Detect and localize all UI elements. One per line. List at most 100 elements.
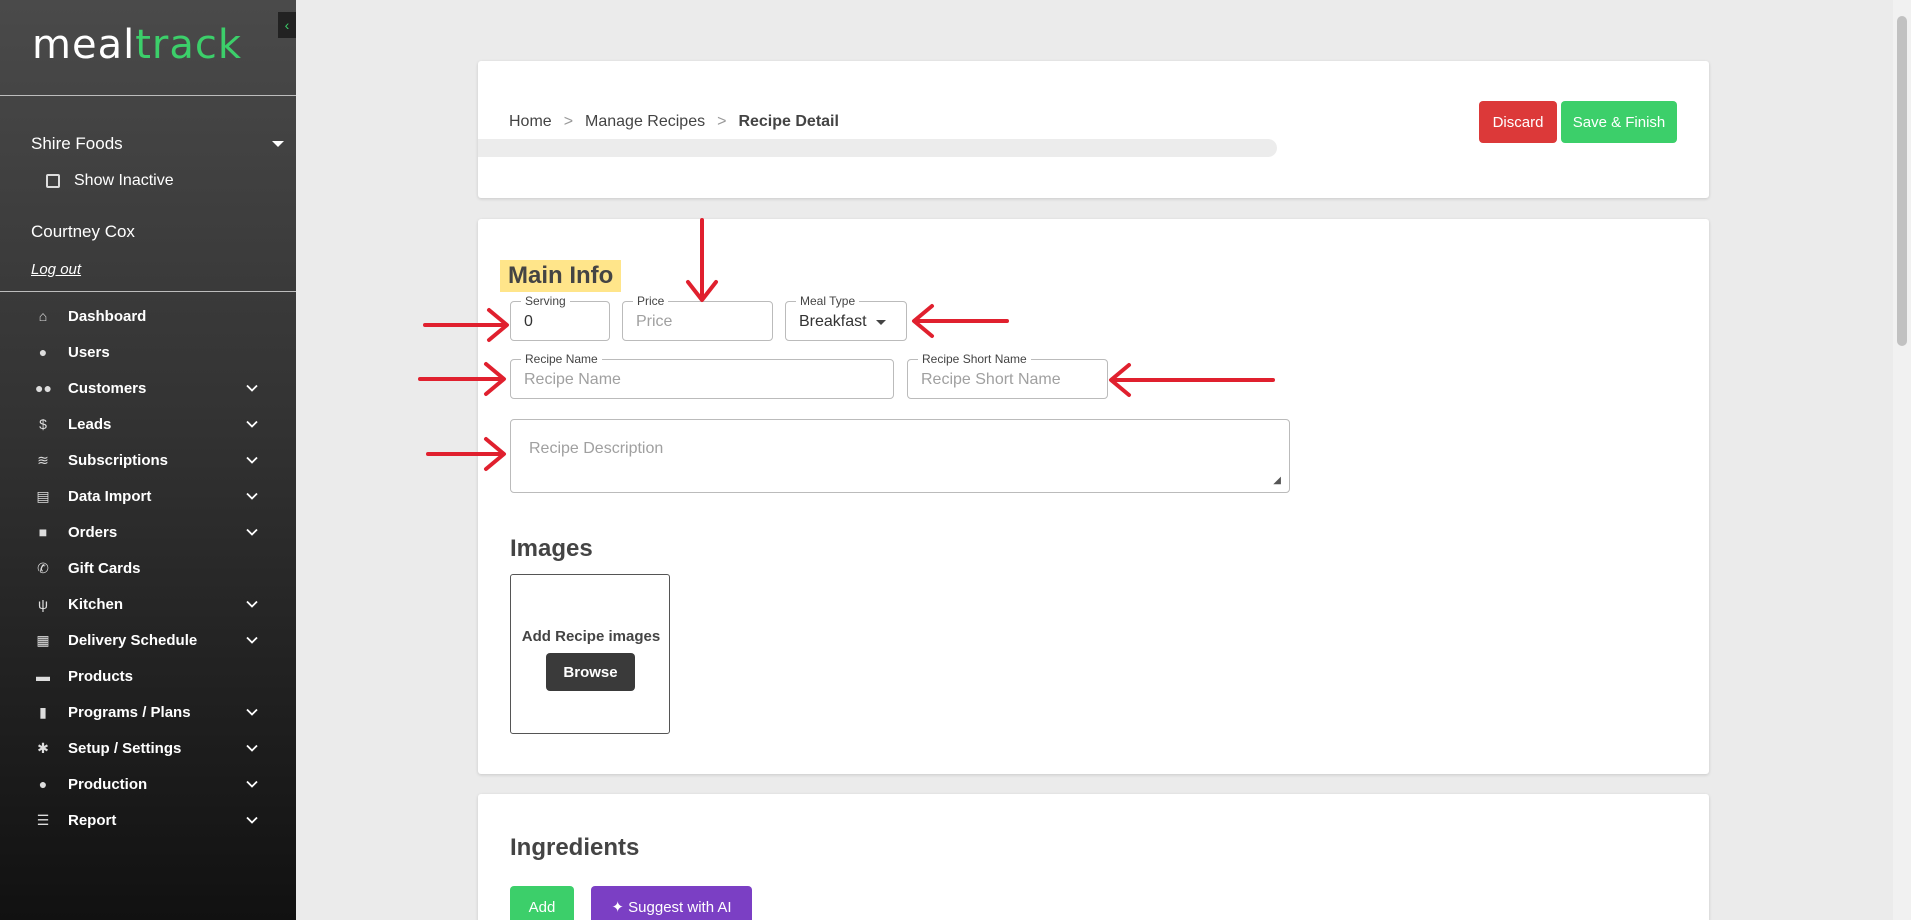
sidebar-item-programs-plans[interactable]: ▮ Programs / Plans — [0, 695, 296, 729]
home-icon: ⌂ — [38, 308, 48, 324]
logout-link[interactable]: Log out — [31, 261, 81, 278]
sidebar-item-leads[interactable]: $ Leads — [0, 407, 296, 441]
images-title: Images — [510, 535, 593, 562]
ingredients-title: Ingredients — [510, 834, 640, 861]
sidebar-item-production[interactable]: ● Production — [0, 767, 296, 801]
chevron-down-icon[interactable] — [246, 526, 258, 538]
sidebar-item-label: Data Import — [68, 487, 152, 505]
recipe-name-field[interactable]: Recipe Name Recipe Name — [510, 352, 894, 399]
sidebar-item-users[interactable]: ● Users — [0, 335, 296, 369]
sidebar-item-orders[interactable]: ■ Orders — [0, 515, 296, 549]
collapse-sidebar-button[interactable]: ‹ — [278, 12, 296, 38]
user-name: Courtney Cox — [31, 222, 135, 241]
bag-icon: ■ — [38, 524, 48, 540]
caret-down-icon — [876, 320, 886, 325]
recipe-description-field[interactable]: Recipe Description ◢ — [510, 419, 1290, 493]
sidebar-item-products[interactable]: ▬ Products — [0, 659, 296, 693]
sidebar-item-setup-settings[interactable]: ✱ Setup / Settings — [0, 731, 296, 765]
utensils-icon: ψ — [38, 596, 48, 612]
sidebar-item-label: Dashboard — [68, 307, 147, 325]
sidebar-item-label: Delivery Schedule — [68, 631, 198, 649]
page-scrollbar[interactable] — [1893, 0, 1911, 920]
price-label: Price — [633, 294, 669, 308]
breadcrumb-current: Recipe Detail — [738, 113, 839, 130]
sidebar-item-kitchen[interactable]: ψ Kitchen — [0, 587, 296, 621]
recipe-name-placeholder: Recipe Name — [524, 371, 621, 388]
discard-button[interactable]: Discard — [1479, 101, 1557, 143]
sidebar-item-subscriptions[interactable]: ≋ Subscriptions — [0, 443, 296, 477]
serving-field[interactable]: Serving 0 — [510, 294, 610, 341]
sidebar-item-delivery-schedule[interactable]: ▦ Delivery Schedule — [0, 623, 296, 657]
divider — [0, 95, 296, 96]
sidebar-item-dashboard[interactable]: ⌂ Dashboard — [0, 299, 296, 333]
chevron-down-icon[interactable] — [246, 634, 258, 646]
chevron-down-icon[interactable] — [246, 706, 258, 718]
browse-button[interactable]: Browse — [546, 653, 635, 691]
chevron-down-icon[interactable] — [246, 382, 258, 394]
sidebar-item-report[interactable]: ☰ Report — [0, 803, 296, 837]
sidebar-item-gift-cards[interactable]: ✆ Gift Cards — [0, 551, 296, 585]
caret-down-icon[interactable] — [272, 141, 284, 147]
serving-label: Serving — [521, 294, 570, 308]
file-icon: ▤ — [36, 487, 50, 504]
main-info-title: Main Info — [500, 260, 622, 292]
ingredients-card: Ingredients Add ✦ Suggest with AI — [478, 794, 1709, 920]
show-inactive-checkbox[interactable] — [46, 174, 60, 188]
sidebar-item-label: Subscriptions — [68, 451, 169, 469]
sidebar-item-label: Report — [68, 811, 117, 829]
sidebar-item-label: Kitchen — [68, 595, 124, 613]
chevron-down-icon[interactable] — [246, 778, 258, 790]
divider — [0, 291, 296, 292]
users-icon: ●● — [35, 380, 52, 396]
dollar-icon: $ — [39, 416, 47, 432]
sidebar-item-label: Gift Cards — [68, 559, 141, 577]
chevron-down-icon[interactable] — [246, 742, 258, 754]
recipe-short-name-placeholder: Recipe Short Name — [921, 371, 1061, 388]
layers-icon: ≋ — [37, 451, 49, 468]
sidebar-item-label: Customers — [68, 379, 147, 397]
price-placeholder: Price — [636, 313, 673, 330]
chevron-down-icon[interactable] — [246, 454, 258, 466]
user-icon: ● — [38, 344, 48, 360]
header-card: Home > Manage Recipes > Recipe Detail Di… — [478, 61, 1709, 198]
chevron-down-icon[interactable] — [246, 598, 258, 610]
recipe-description-placeholder: Recipe Description — [529, 440, 664, 457]
chevron-left-icon: ‹ — [284, 17, 290, 33]
sidebar-item-label: Orders — [68, 523, 118, 541]
resize-handle-icon[interactable]: ◢ — [1273, 475, 1281, 486]
sidebar-item-label: Programs / Plans — [68, 703, 191, 721]
logo: mealtrack — [32, 22, 242, 68]
breadcrumb-manage-recipes[interactable]: Manage Recipes — [585, 113, 705, 131]
progress-bar — [478, 139, 1277, 157]
phone-icon: ✆ — [37, 559, 49, 576]
image-upload-prompt: Add Recipe images — [521, 628, 661, 645]
meal-type-select[interactable]: Meal Type Breakfast — [785, 294, 907, 341]
sparkle-icon: ✦ — [611, 899, 629, 916]
breadcrumb: Home > Manage Recipes > Recipe Detail — [509, 113, 839, 131]
organization-select[interactable]: Shire Foods — [31, 134, 123, 154]
suggest-with-ai-label: Suggest with AI — [628, 899, 732, 916]
save-finish-button[interactable]: Save & Finish — [1561, 101, 1677, 143]
chevron-down-icon[interactable] — [246, 418, 258, 430]
recipe-short-name-field[interactable]: Recipe Short Name Recipe Short Name — [907, 352, 1108, 399]
suggest-with-ai-button[interactable]: ✦ Suggest with AI — [591, 886, 752, 920]
sidebar-item-data-import[interactable]: ▤ Data Import — [0, 479, 296, 513]
chevron-down-icon[interactable] — [246, 814, 258, 826]
list-check-icon: ☰ — [36, 811, 50, 828]
meal-type-value: Breakfast — [799, 313, 867, 330]
add-ingredient-button[interactable]: Add — [510, 886, 574, 920]
sidebar-item-label: Products — [68, 667, 134, 685]
scrollbar-thumb[interactable] — [1897, 16, 1907, 346]
sidebar-item-label: Production — [68, 775, 148, 793]
image-upload-box[interactable]: Add Recipe images Browse — [510, 574, 670, 734]
sidebar-item-label: Users — [68, 343, 110, 361]
breadcrumb-separator: > — [563, 113, 574, 130]
sidebar-item-customers[interactable]: ●● Customers — [0, 371, 296, 405]
sidebar: ‹ mealtrack Shire Foods Show Inactive Co… — [0, 0, 296, 920]
user-tie-icon: ● — [38, 776, 48, 792]
show-inactive-label[interactable]: Show Inactive — [74, 172, 174, 190]
chevron-down-icon[interactable] — [246, 490, 258, 502]
breadcrumb-home[interactable]: Home — [509, 113, 552, 131]
recipe-short-name-label: Recipe Short Name — [918, 352, 1031, 366]
price-field[interactable]: Price Price — [622, 294, 773, 341]
